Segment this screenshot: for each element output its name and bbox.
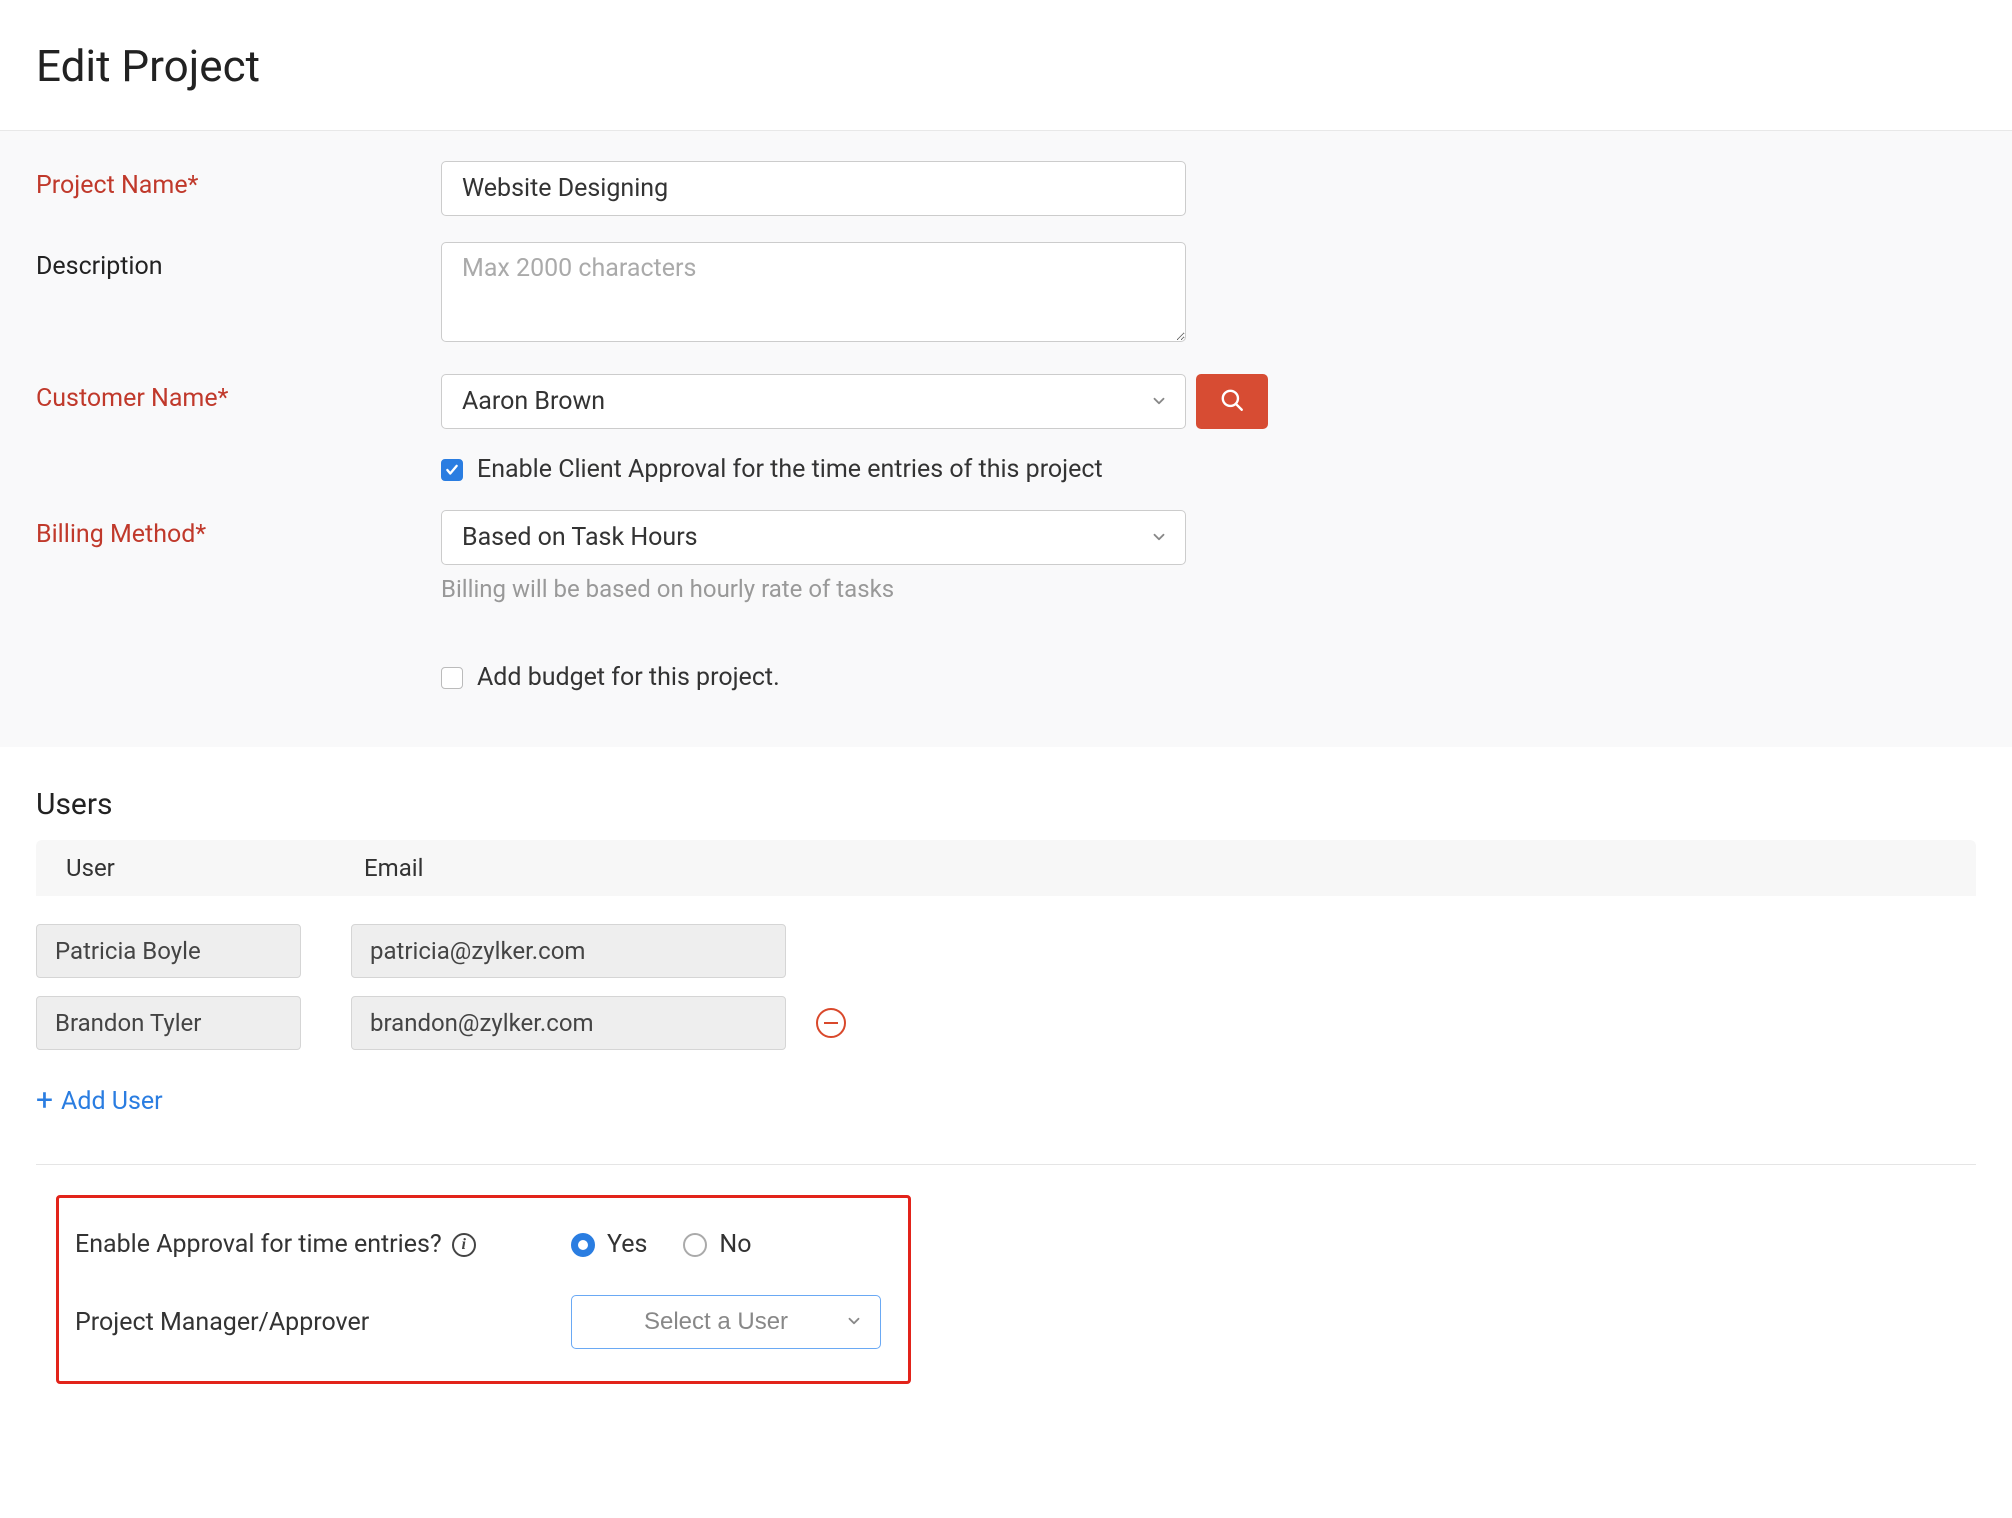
- customer-search-button[interactable]: [1196, 374, 1268, 429]
- users-col-user: User: [36, 854, 326, 882]
- customer-name-select[interactable]: [441, 374, 1186, 429]
- users-col-email: Email: [326, 854, 423, 882]
- project-name-label: Project Name*: [36, 161, 441, 200]
- add-user-link[interactable]: + Add User: [36, 1086, 1976, 1116]
- add-user-label: Add User: [61, 1087, 163, 1116]
- billing-method-row: Billing Method* Billing will be based on…: [36, 510, 1976, 603]
- project-manager-label: Project Manager/Approver: [75, 1308, 571, 1337]
- radio-selected-icon: [571, 1233, 595, 1257]
- page-title: Edit Project: [0, 0, 2012, 130]
- user-row: Patricia Boyle patricia@zylker.com: [36, 924, 1976, 978]
- approval-yes-label: Yes: [607, 1230, 647, 1259]
- billing-method-label: Billing Method*: [36, 510, 441, 549]
- add-budget-checkbox-row[interactable]: Add budget for this project.: [441, 663, 1976, 692]
- user-email-cell[interactable]: patricia@zylker.com: [351, 924, 786, 978]
- search-icon: [1219, 387, 1245, 416]
- plus-icon: +: [36, 1086, 53, 1116]
- approval-radio-no[interactable]: No: [683, 1230, 751, 1259]
- approval-radio-yes[interactable]: Yes: [571, 1230, 647, 1259]
- description-textarea[interactable]: [441, 242, 1186, 342]
- customer-name-label: Customer Name*: [36, 374, 441, 413]
- enable-approval-label: Enable Approval for time entries? i: [75, 1230, 571, 1259]
- client-approval-checkbox[interactable]: [441, 459, 463, 481]
- project-name-input[interactable]: [441, 161, 1186, 216]
- billing-method-select[interactable]: [441, 510, 1186, 565]
- description-label: Description: [36, 242, 441, 281]
- users-table-header: User Email: [36, 840, 1976, 896]
- radio-unselected-icon: [683, 1233, 707, 1257]
- approval-no-label: No: [719, 1230, 751, 1259]
- description-row: Description: [36, 242, 1976, 348]
- enable-approval-text: Enable Approval for time entries?: [75, 1230, 442, 1259]
- users-section-title: Users: [36, 787, 1976, 822]
- customer-name-row: Customer Name*: [36, 374, 1976, 429]
- approval-radio-group: Yes No: [571, 1230, 751, 1259]
- project-form-section: Project Name* Description Customer Name*: [0, 130, 2012, 747]
- billing-help-text: Billing will be based on hourly rate of …: [441, 575, 1976, 603]
- add-budget-label: Add budget for this project.: [477, 663, 780, 692]
- info-icon[interactable]: i: [452, 1233, 476, 1257]
- user-name-cell[interactable]: Patricia Boyle: [36, 924, 301, 978]
- project-manager-row: Project Manager/Approver: [75, 1295, 892, 1349]
- divider: [36, 1164, 1976, 1165]
- remove-user-button[interactable]: [816, 1008, 846, 1038]
- approval-highlight-box: Enable Approval for time entries? i Yes …: [56, 1195, 911, 1384]
- project-manager-select[interactable]: [571, 1295, 881, 1349]
- add-budget-checkbox[interactable]: [441, 667, 463, 689]
- client-approval-checkbox-row[interactable]: Enable Client Approval for the time entr…: [441, 455, 1976, 484]
- user-email-cell[interactable]: brandon@zylker.com: [351, 996, 786, 1050]
- client-approval-label: Enable Client Approval for the time entr…: [477, 455, 1103, 484]
- user-row: Brandon Tyler brandon@zylker.com: [36, 996, 1976, 1050]
- project-name-row: Project Name*: [36, 161, 1976, 216]
- user-name-cell[interactable]: Brandon Tyler: [36, 996, 301, 1050]
- enable-approval-row: Enable Approval for time entries? i Yes …: [75, 1230, 892, 1259]
- users-section: Users User Email Patricia Boyle patricia…: [0, 747, 2012, 1384]
